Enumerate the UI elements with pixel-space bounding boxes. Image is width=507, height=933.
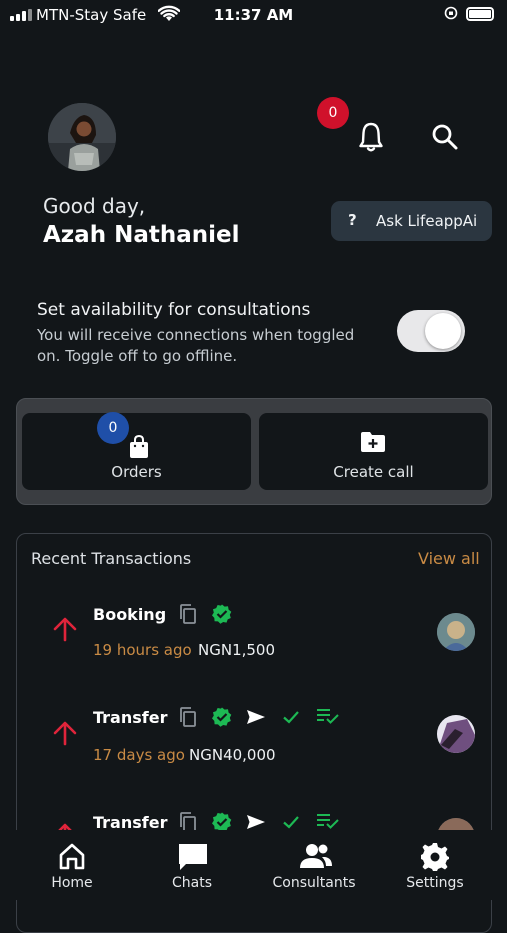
view-all-link[interactable]: View all bbox=[418, 549, 480, 568]
user-name: Azah Nathaniel bbox=[43, 222, 240, 248]
availability-description: You will receive connections when toggle… bbox=[37, 326, 355, 365]
transaction-type: Transfer bbox=[93, 708, 168, 727]
recent-transactions-title: Recent Transactions bbox=[31, 549, 192, 568]
create-call-label: Create call bbox=[333, 463, 414, 481]
folder-add-icon bbox=[361, 432, 385, 452]
question-icon: ? bbox=[348, 211, 357, 229]
transaction-amount: NGN1,500 bbox=[198, 641, 276, 659]
nav-consultants-label: Consultants bbox=[272, 875, 356, 891]
copy-icon[interactable] bbox=[179, 604, 197, 624]
availability-toggle[interactable] bbox=[397, 310, 465, 352]
nav-home-label: Home bbox=[51, 875, 93, 891]
status-bar: MTN-Stay Safe 11:37 AM bbox=[0, 0, 507, 30]
send-icon[interactable] bbox=[246, 814, 266, 830]
clock: 11:37 AM bbox=[213, 6, 294, 24]
copy-icon[interactable] bbox=[179, 707, 197, 727]
copy-icon[interactable] bbox=[179, 812, 197, 832]
orders-button[interactable]: Orders bbox=[22, 413, 251, 490]
bottom-navigation: Home Chats Consultants Settings bbox=[0, 830, 507, 900]
chat-icon bbox=[179, 844, 207, 870]
transaction-time: 17 days ago bbox=[93, 746, 185, 764]
check-icon bbox=[283, 711, 299, 724]
transaction-avatar bbox=[437, 715, 475, 753]
create-call-button[interactable]: Create call bbox=[259, 413, 488, 490]
transaction-amount: NGN40,000 bbox=[189, 746, 276, 764]
gear-icon bbox=[421, 843, 449, 871]
quick-actions-panel: Orders Create call bbox=[16, 398, 492, 505]
greeting-text: Good day, bbox=[43, 194, 146, 218]
verified-icon bbox=[212, 812, 232, 832]
bell-icon[interactable] bbox=[356, 120, 386, 154]
check-icon bbox=[283, 816, 299, 829]
profile-avatar[interactable] bbox=[48, 103, 116, 171]
verified-icon bbox=[212, 604, 232, 624]
send-icon[interactable] bbox=[246, 709, 266, 725]
people-icon bbox=[300, 844, 332, 868]
verified-icon bbox=[212, 707, 232, 727]
transaction-type: Booking bbox=[93, 605, 167, 624]
transaction-time: 19 hours ago bbox=[93, 641, 192, 659]
list-check-icon bbox=[317, 814, 339, 829]
orders-label: Orders bbox=[111, 463, 162, 481]
arrow-up-icon bbox=[53, 721, 77, 746]
orientation-lock-icon bbox=[444, 6, 458, 20]
nav-chats-label: Chats bbox=[171, 875, 212, 891]
search-icon[interactable] bbox=[430, 122, 460, 152]
orders-count-badge: 0 bbox=[97, 412, 129, 444]
notification-count-badge: 0 bbox=[317, 97, 349, 129]
nav-settings-label: Settings bbox=[406, 875, 464, 891]
list-check-icon bbox=[317, 709, 339, 724]
battery-icon bbox=[466, 7, 494, 21]
home-icon bbox=[59, 843, 85, 870]
shopping-bag-icon bbox=[130, 435, 148, 458]
availability-title: Set availability for consultations bbox=[37, 300, 311, 320]
ask-ai-button[interactable]: ? Ask LifeappAi bbox=[331, 201, 492, 241]
ask-ai-label: Ask LifeappAi bbox=[376, 212, 478, 230]
transaction-avatar bbox=[437, 613, 475, 651]
arrow-up-icon bbox=[53, 617, 77, 642]
